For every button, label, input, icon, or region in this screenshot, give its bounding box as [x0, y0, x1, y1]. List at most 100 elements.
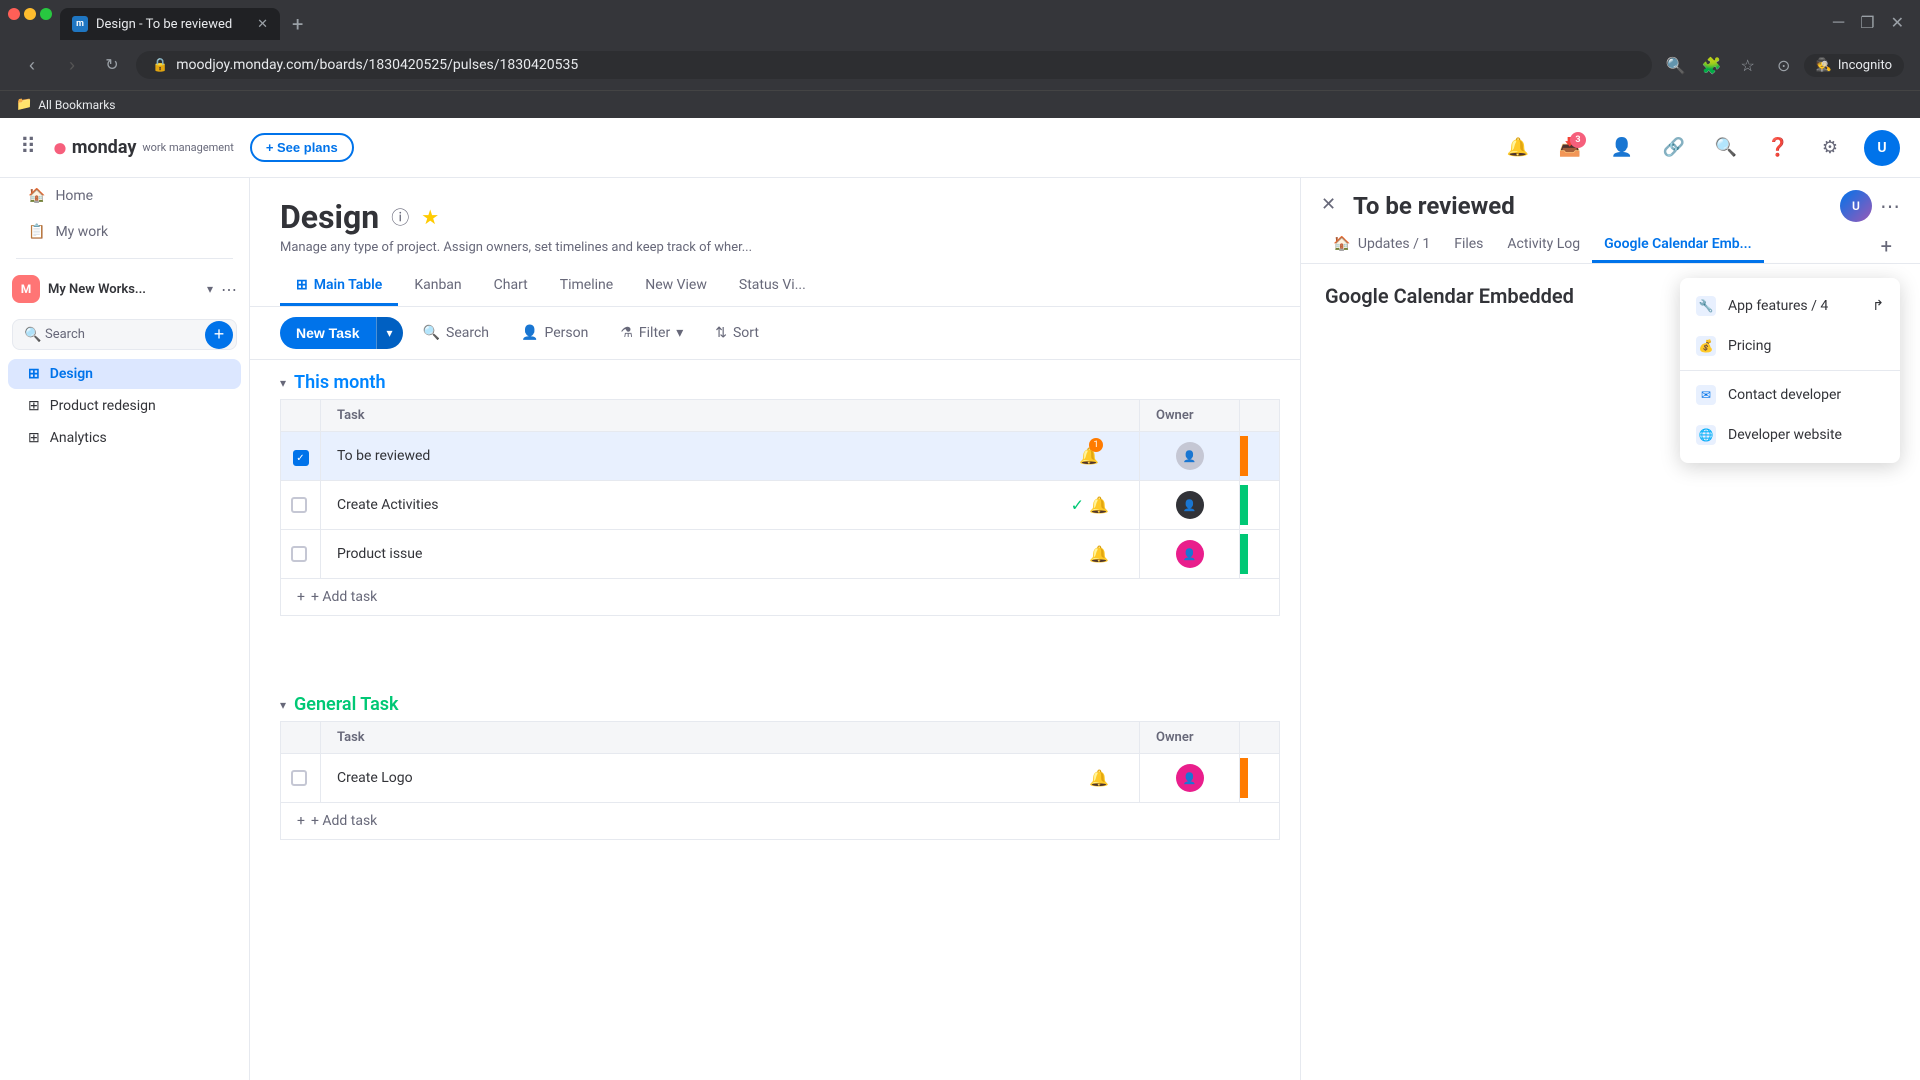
- tab-timeline[interactable]: Timeline: [544, 267, 629, 306]
- maximize-btn[interactable]: [40, 8, 52, 20]
- checkbox-unchecked-3[interactable]: [291, 546, 307, 562]
- row-checkbox[interactable]: ✓: [281, 432, 321, 481]
- task-name-cell-2[interactable]: Create Activities ✓ 🔔: [321, 481, 1140, 530]
- panel-tab-gcal[interactable]: Google Calendar Emb...: [1592, 228, 1763, 263]
- table-row-create-logo[interactable]: Create Logo 🔔 👤: [281, 754, 1280, 803]
- panel-more-options-btn[interactable]: ⋯: [1880, 194, 1900, 218]
- board-star-icon[interactable]: ★: [421, 205, 439, 229]
- back-btn[interactable]: ‹: [16, 49, 48, 81]
- col-status: [1240, 400, 1280, 432]
- checkbox-checked[interactable]: ✓: [293, 450, 309, 466]
- add-task-row-2[interactable]: + + Add task: [280, 803, 1280, 840]
- board-item-design[interactable]: ⊞ Design: [8, 359, 241, 389]
- settings-top-icon[interactable]: ⚙: [1812, 130, 1848, 166]
- table-header-row-2: Task Owner: [281, 722, 1280, 754]
- dropdown-item-pricing[interactable]: 💰 Pricing: [1680, 326, 1900, 366]
- user-avatar[interactable]: U: [1864, 130, 1900, 166]
- group-collapse-icon[interactable]: ▾: [280, 376, 286, 390]
- table-row[interactable]: Product issue 🔔 👤: [281, 530, 1280, 579]
- new-task-dropdown-btn[interactable]: ▾: [376, 317, 403, 349]
- task-name-cell[interactable]: To be reviewed 🔔 1: [321, 432, 1140, 481]
- group-title-this-month[interactable]: This month: [294, 372, 386, 393]
- bell-icon[interactable]: 🔔: [1500, 130, 1536, 166]
- filter-toolbar-btn[interactable]: ⚗ Filter ▾: [608, 318, 695, 348]
- new-tab-btn[interactable]: +: [284, 8, 311, 40]
- notify-icon-2[interactable]: 🔔: [1089, 496, 1109, 515]
- group-collapse-icon-2[interactable]: ▾: [280, 698, 286, 712]
- board-info-icon[interactable]: ⓘ: [391, 204, 409, 230]
- dropdown-item-app-features[interactable]: 🔧 App features / 4 ↱: [1680, 286, 1900, 326]
- bookmark-icon[interactable]: ☆: [1732, 49, 1764, 81]
- close-btn[interactable]: [8, 8, 20, 20]
- dropdown-item-contact[interactable]: ✉ Contact developer: [1680, 375, 1900, 415]
- tab-status-vi[interactable]: Status Vi...: [723, 267, 822, 306]
- person-toolbar-btn[interactable]: 👤 Person: [509, 318, 600, 348]
- task-name-cell-logo[interactable]: Create Logo 🔔: [321, 754, 1140, 803]
- search-toolbar-icon: 🔍: [423, 325, 440, 341]
- tab-chart[interactable]: Chart: [478, 267, 544, 306]
- help-icon[interactable]: ❓: [1760, 130, 1796, 166]
- panel-tab-activity[interactable]: Activity Log: [1495, 228, 1592, 263]
- panel-close-btn[interactable]: ✕: [1321, 194, 1336, 215]
- checkbox-unchecked[interactable]: [291, 497, 307, 513]
- minimize-window-btn[interactable]: ─: [1833, 12, 1844, 32]
- panel-tab-add-btn[interactable]: +: [1873, 230, 1900, 262]
- address-bar[interactable]: 🔒 moodjoy.monday.com/boards/1830420525/p…: [136, 51, 1652, 79]
- see-plans-btn[interactable]: + See plans: [250, 133, 354, 162]
- reload-btn[interactable]: ↻: [96, 49, 128, 81]
- sidebar-home-item[interactable]: 🏠 Home: [8, 180, 241, 212]
- sidebar-mywork-item[interactable]: 📋 My work: [8, 216, 241, 248]
- tab-new-view[interactable]: New View: [629, 267, 723, 306]
- row-checkbox-logo[interactable]: [281, 754, 321, 803]
- bookmarks-label[interactable]: All Bookmarks: [38, 98, 115, 112]
- panel-tabs-bar: 🏠 Updates / 1 Files Activity Log Google …: [1301, 220, 1920, 264]
- add-task-row-1[interactable]: + + Add task: [280, 579, 1280, 616]
- search-web-icon[interactable]: 🔍: [1660, 49, 1692, 81]
- owner-avatar-logo[interactable]: 👤: [1176, 764, 1204, 792]
- active-tab[interactable]: m Design - To be reviewed ✕: [60, 8, 280, 40]
- panel-tab-files[interactable]: Files: [1442, 228, 1495, 263]
- workspace-more-icon[interactable]: ⋯: [221, 280, 237, 299]
- search-toolbar-btn[interactable]: 🔍 Search: [411, 318, 501, 348]
- notify-icon-3[interactable]: 🔔: [1089, 545, 1109, 564]
- row-checkbox-2[interactable]: [281, 481, 321, 530]
- table-row[interactable]: ✓ To be reviewed 🔔 1 👤: [281, 432, 1280, 481]
- group-title-general-task[interactable]: General Task: [294, 694, 399, 715]
- apps-grid-icon[interactable]: ⠿: [20, 135, 36, 160]
- task-name-cell-3[interactable]: Product issue 🔔: [321, 530, 1140, 579]
- restore-window-btn[interactable]: ❐: [1860, 13, 1874, 32]
- workspace-section[interactable]: M My New Works... ▾ ⋯: [0, 267, 249, 311]
- notify-icon-logo[interactable]: 🔔: [1089, 769, 1109, 788]
- board-item-product[interactable]: ⊞ Product redesign: [8, 391, 241, 421]
- row-checkbox-3[interactable]: [281, 530, 321, 579]
- tab-kanban[interactable]: Kanban: [398, 267, 477, 306]
- my-work-label: My work: [55, 224, 108, 240]
- sidebar-search-input[interactable]: Search: [12, 319, 237, 350]
- tab-main-table[interactable]: ⊞ Main Table: [280, 267, 398, 306]
- dropdown-item-developer-website[interactable]: 🌐 Developer website: [1680, 415, 1900, 455]
- owner-avatar-2[interactable]: 👤: [1176, 491, 1204, 519]
- extensions-icon[interactable]: 🧩: [1696, 49, 1728, 81]
- people-icon[interactable]: 👤: [1604, 130, 1640, 166]
- checkbox-logo[interactable]: [291, 770, 307, 786]
- close-window-btn[interactable]: ✕: [1891, 13, 1904, 32]
- profile-circle-icon[interactable]: ⊙: [1768, 49, 1800, 81]
- new-task-btn[interactable]: New Task: [280, 317, 376, 349]
- owner-avatar-3[interactable]: 👤: [1176, 540, 1204, 568]
- integrations-icon[interactable]: 🔗: [1656, 130, 1692, 166]
- tab-close-icon[interactable]: ✕: [257, 17, 268, 32]
- owner-avatar-1[interactable]: 👤: [1176, 442, 1204, 470]
- forward-btn[interactable]: ›: [56, 49, 88, 81]
- add-task-plus-icon-2: +: [297, 813, 305, 829]
- search-top-icon[interactable]: 🔍: [1708, 130, 1744, 166]
- board-item-analytics[interactable]: ⊞ Analytics: [8, 423, 241, 453]
- minimize-btn[interactable]: [24, 8, 36, 20]
- sort-toolbar-btn[interactable]: ⇅ Sort: [703, 318, 771, 348]
- panel-tab-updates[interactable]: 🏠 Updates / 1: [1321, 228, 1442, 263]
- task-table-general-task: Task Owner Create Logo: [280, 721, 1280, 803]
- lock-icon: 🔒: [152, 58, 168, 73]
- incognito-btn[interactable]: 🕵️ Incognito: [1804, 54, 1904, 77]
- sidebar-add-btn[interactable]: +: [205, 321, 233, 349]
- table-row[interactable]: Create Activities ✓ 🔔 👤: [281, 481, 1280, 530]
- inbox-icon[interactable]: 📥 3: [1552, 130, 1588, 166]
